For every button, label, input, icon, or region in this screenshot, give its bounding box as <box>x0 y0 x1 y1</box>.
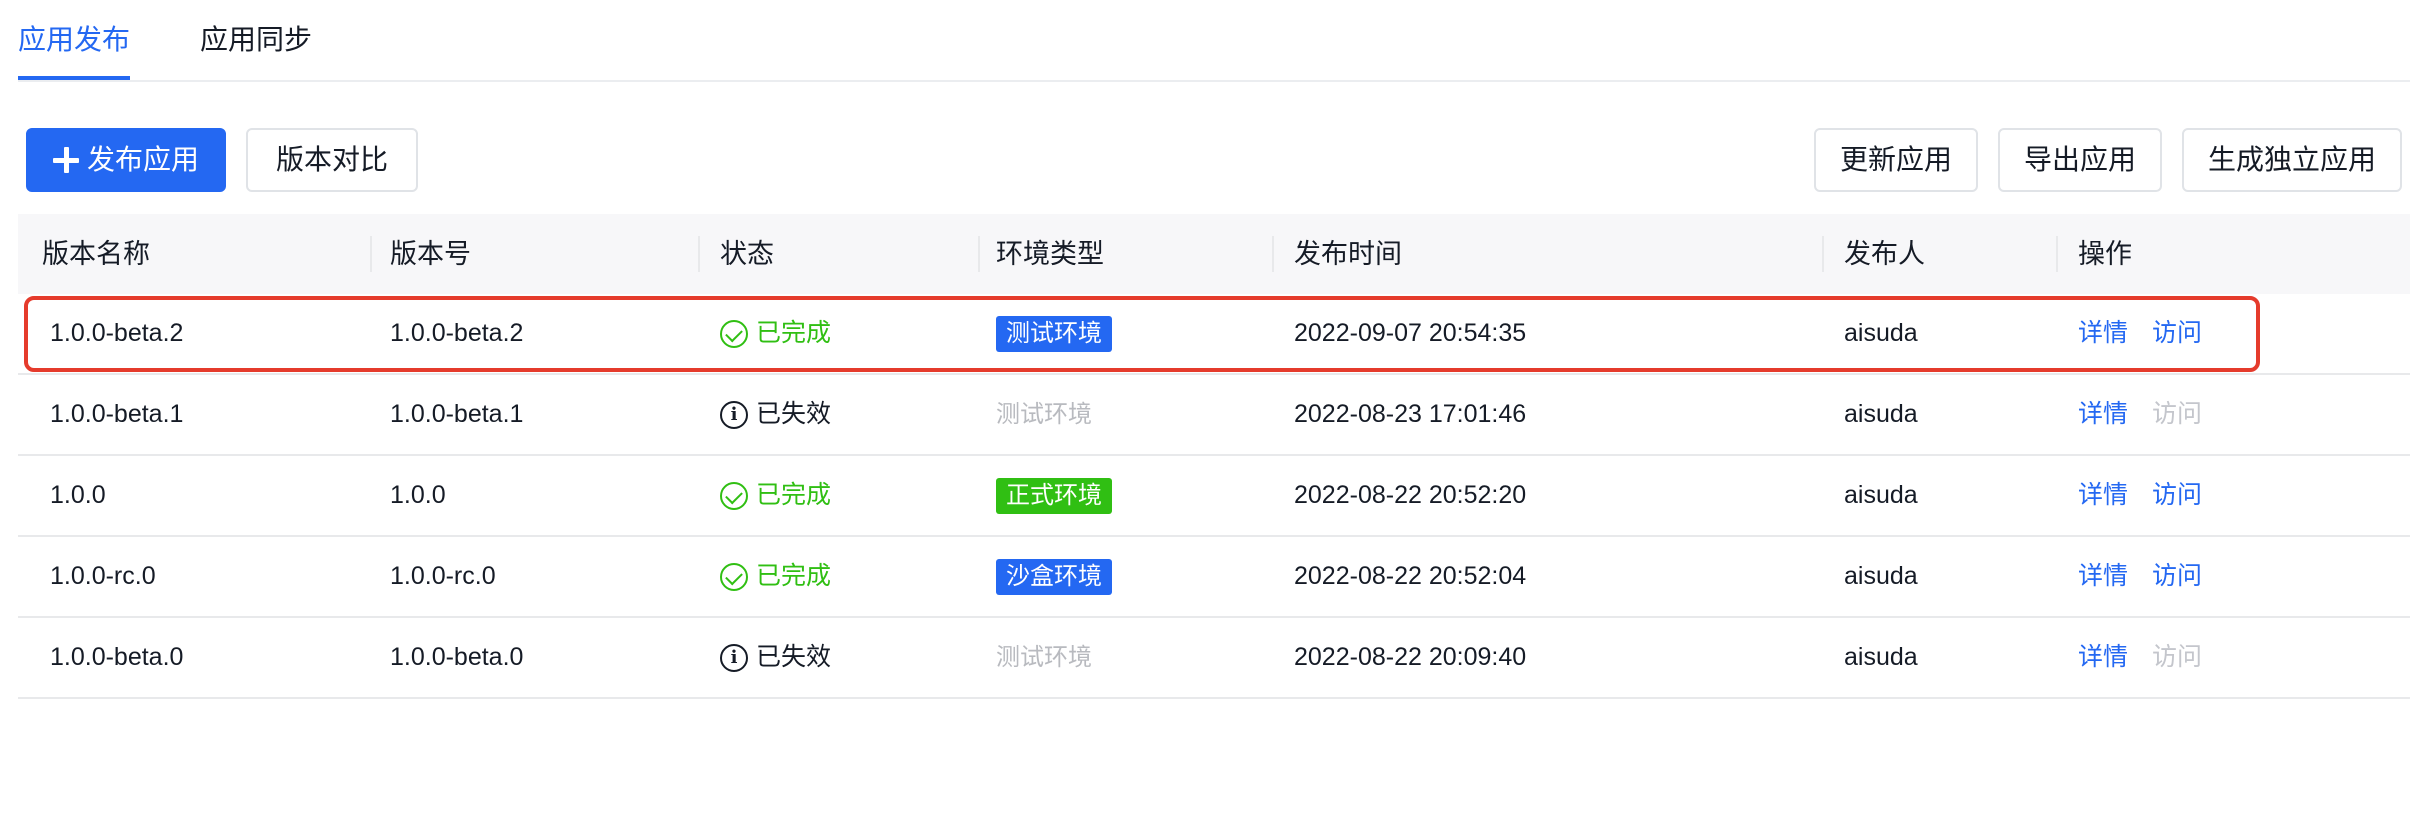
detail-link[interactable]: 详情 <box>2078 375 2128 454</box>
status-text: 已失效 <box>756 643 832 671</box>
info-circle-icon: i <box>720 400 748 429</box>
publish-time-cell: 2022-08-23 17:01:46 <box>1294 400 1527 428</box>
column-header-actions: 操作 <box>2078 239 2132 269</box>
export-app-button[interactable]: 导出应用 <box>1998 128 2162 192</box>
publisher-cell: aisuda <box>1844 319 1918 347</box>
active-tab-indicator <box>18 76 130 80</box>
status-cell: i 已失效 <box>720 375 831 454</box>
version-number-cell: 1.0.0-beta.2 <box>390 319 524 347</box>
visit-link[interactable]: 访问 <box>2152 294 2202 373</box>
info-circle-icon: i <box>720 643 748 672</box>
version-number-cell: 1.0.0-beta.0 <box>390 643 524 671</box>
publish-time-cell: 2022-08-22 20:52:04 <box>1294 562 1527 590</box>
visit-link: 访问 <box>2152 643 2203 671</box>
status-text: 已失效 <box>756 400 832 428</box>
version-name-cell: 1.0.0-rc.0 <box>50 562 156 590</box>
publisher-cell: aisuda <box>1844 481 1918 509</box>
table-row: 1.0.0-rc.0 1.0.0-rc.0 已完成 沙盒环境 2022-08-22 20… <box>18 537 2410 618</box>
status-cell: 已完成 <box>720 537 831 616</box>
publish-time-cell: 2022-08-22 20:09:40 <box>1294 643 1527 671</box>
env-type-tag: 测试环境 <box>996 401 1092 428</box>
publish-app-button[interactable]: 发布应用 <box>26 128 226 192</box>
status-cell: 已完成 <box>720 456 831 535</box>
version-number-cell: 1.0.0 <box>390 481 446 509</box>
table-body: 1.0.0-beta.2 1.0.0-beta.2 已完成 测试环境 2022-09-0… <box>18 294 2410 699</box>
env-type-tag: 正式环境 <box>996 478 1112 514</box>
publisher-cell: aisuda <box>1844 643 1918 671</box>
visit-link[interactable]: 访问 <box>2152 456 2202 535</box>
column-header-publisher: 发布人 <box>1844 239 1925 269</box>
env-type-cell: 测试环境 <box>996 375 1092 454</box>
check-circle-icon <box>720 481 748 510</box>
column-divider <box>978 236 980 272</box>
check-circle-icon <box>720 319 748 348</box>
env-type-cell: 测试环境 <box>996 294 1112 373</box>
column-divider <box>1822 236 1824 272</box>
check-circle-icon <box>720 562 748 591</box>
env-type-tag: 沙盒环境 <box>996 559 1112 595</box>
table-header: 版本名称 版本号 状态 环境类型 发布时间 发布人 操作 <box>18 214 2410 294</box>
update-app-button[interactable]: 更新应用 <box>1814 128 1978 192</box>
visit-link[interactable]: 访问 <box>2152 537 2202 616</box>
visit-link: 访问 <box>2152 400 2203 428</box>
column-header-version-name: 版本名称 <box>42 239 150 269</box>
plus-icon <box>52 147 79 173</box>
table-row: 1.0.0-beta.0 1.0.0-beta.0 i 已失效 测试环境 2022-08-… <box>18 618 2410 699</box>
publisher-cell: aisuda <box>1844 562 1918 590</box>
version-number-cell: 1.0.0-rc.0 <box>390 562 496 590</box>
publisher-cell: aisuda <box>1844 400 1918 428</box>
column-divider <box>370 236 372 272</box>
publish-time-cell: 2022-09-07 20:54:35 <box>1294 319 1527 347</box>
column-header-env-type: 环境类型 <box>996 239 1104 269</box>
publish-time-cell: 2022-08-22 20:52:20 <box>1294 481 1527 509</box>
status-text: 已完成 <box>756 562 832 590</box>
tab-app-publish[interactable]: 应用发布 <box>18 20 130 60</box>
table-row: 1.0.0 1.0.0 已完成 正式环境 2022-08-22 20:52:20 aisu… <box>18 456 2410 537</box>
version-name-cell: 1.0.0-beta.0 <box>50 643 184 671</box>
publish-app-label: 发布应用 <box>86 144 199 175</box>
env-type-cell: 正式环境 <box>996 456 1112 535</box>
detail-link[interactable]: 详情 <box>2078 537 2128 616</box>
status-cell: 已完成 <box>720 294 831 373</box>
status-text: 已完成 <box>756 481 832 509</box>
table-row: 1.0.0-beta.2 1.0.0-beta.2 已完成 测试环境 2022-09-0… <box>18 294 2410 375</box>
table-row: 1.0.0-beta.1 1.0.0-beta.1 i 已失效 测试环境 2022-08-… <box>18 375 2410 456</box>
env-type-cell: 沙盒环境 <box>996 537 1112 616</box>
env-type-tag: 测试环境 <box>996 316 1112 352</box>
version-name-cell: 1.0.0-beta.2 <box>50 319 184 347</box>
column-divider <box>1272 236 1274 272</box>
detail-link[interactable]: 详情 <box>2078 456 2128 535</box>
release-table: 版本名称 版本号 状态 环境类型 发布时间 发布人 操作 1.0.0-beta.… <box>18 214 2410 699</box>
detail-link[interactable]: 详情 <box>2078 294 2128 373</box>
env-type-tag: 测试环境 <box>996 644 1092 671</box>
column-divider <box>698 236 700 272</box>
version-number-cell: 1.0.0-beta.1 <box>390 400 524 428</box>
column-divider <box>2056 236 2058 272</box>
env-type-cell: 测试环境 <box>996 618 1092 697</box>
column-header-status: 状态 <box>720 239 774 269</box>
column-header-publish-time: 发布时间 <box>1294 239 1402 269</box>
status-text: 已完成 <box>756 319 832 347</box>
tab-bar: 应用发布 应用同步 <box>18 0 2410 82</box>
status-cell: i 已失效 <box>720 618 831 697</box>
detail-link[interactable]: 详情 <box>2078 618 2128 697</box>
generate-standalone-app-button[interactable]: 生成独立应用 <box>2182 128 2402 192</box>
column-header-version-number: 版本号 <box>390 239 471 269</box>
version-name-cell: 1.0.0 <box>50 481 106 509</box>
version-compare-button[interactable]: 版本对比 <box>246 128 418 192</box>
version-name-cell: 1.0.0-beta.1 <box>50 400 184 428</box>
tab-app-sync[interactable]: 应用同步 <box>200 20 312 60</box>
